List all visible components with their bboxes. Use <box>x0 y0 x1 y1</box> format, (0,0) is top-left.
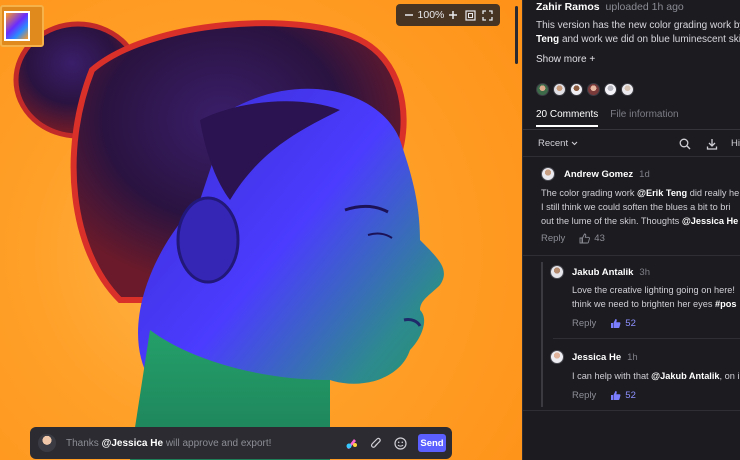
hide-resolved-toggle[interactable]: Hid <box>731 138 740 149</box>
panel-tabs: 20 Comments File information <box>536 109 691 127</box>
avatar[interactable] <box>550 350 564 364</box>
avatar <box>38 434 56 452</box>
comments-toolbar: Recent Hid <box>536 137 740 151</box>
fit-screen-icon[interactable] <box>462 7 478 23</box>
avatar[interactable] <box>621 83 634 96</box>
tab-comments[interactable]: 20 Comments <box>536 109 599 127</box>
like-count: 52 <box>625 390 636 401</box>
comment-body: The color grading work @Erik Teng did re… <box>541 188 740 226</box>
comment-actions: Reply 43 <box>541 233 605 244</box>
zoom-level: 100% <box>417 9 445 21</box>
paperclip-icon[interactable] <box>368 435 384 451</box>
uploader-name[interactable]: Zahir Ramos <box>536 1 600 13</box>
thumbs-up-icon <box>579 233 591 244</box>
reply-button[interactable]: Reply <box>541 233 565 244</box>
comment-actions: Reply 52 <box>572 390 636 401</box>
smiley-icon[interactable] <box>392 435 408 451</box>
sort-dropdown[interactable]: Recent <box>538 138 578 149</box>
like-count: 52 <box>625 318 636 329</box>
chevron-down-icon <box>571 141 578 146</box>
thumbs-up-icon <box>611 391 621 400</box>
comment-composer[interactable]: Thanks @Jessica He will approve and expo… <box>30 427 452 459</box>
avatar[interactable] <box>536 83 549 96</box>
comment-actions: Reply 52 <box>572 318 636 329</box>
comment-author[interactable]: Andrew Gomez 1d <box>564 169 650 180</box>
thread-rail <box>541 262 543 407</box>
upload-header: Zahir Ramos uploaded 1h ago <box>536 1 684 13</box>
upload-meta: uploaded 1h ago <box>605 1 684 13</box>
avatar[interactable] <box>541 167 555 181</box>
image-viewer[interactable]: 100% Thanks @Jessica He will approve and… <box>0 0 522 460</box>
reply-button[interactable]: Reply <box>572 318 596 329</box>
emoji-brush-icon[interactable] <box>344 435 360 451</box>
comment-author[interactable]: Jessica He 1h <box>572 352 638 363</box>
avatar[interactable] <box>604 83 617 96</box>
viewer-scrollbar[interactable] <box>515 6 518 64</box>
tab-file-information[interactable]: File information <box>610 109 678 127</box>
fullscreen-icon[interactable] <box>479 7 495 23</box>
upload-description: This version has the new color grading w… <box>536 20 740 45</box>
toolbar-divider <box>523 156 740 157</box>
viewer-avatars <box>536 83 638 96</box>
avatar[interactable] <box>550 265 564 279</box>
avatar[interactable] <box>570 83 583 96</box>
portrait-image <box>13 20 444 460</box>
like-button[interactable]: 52 <box>610 390 636 401</box>
download-icon[interactable] <box>704 136 720 152</box>
comment-body: Love the creative lighting going on here… <box>572 285 737 309</box>
comment-body: I can help with that @Jakub Antalik, on … <box>572 371 740 381</box>
thumbs-up-icon <box>611 319 621 328</box>
like-button[interactable]: 52 <box>610 318 636 329</box>
like-button[interactable]: 43 <box>579 233 605 244</box>
comments-panel: Zahir Ramos uploaded 1h ago This version… <box>522 0 740 460</box>
avatar[interactable] <box>587 83 600 96</box>
reply-button[interactable]: Reply <box>572 390 596 401</box>
zoom-toolbar: 100% <box>396 4 500 26</box>
composer-input[interactable]: Thanks @Jessica He will approve and expo… <box>66 438 336 449</box>
minimap-thumbnail[interactable] <box>0 5 44 47</box>
comment-divider <box>553 338 740 339</box>
comment-divider <box>523 255 740 256</box>
search-icon[interactable] <box>677 136 693 152</box>
comment-author[interactable]: Jakub Antalik 3h <box>572 267 650 278</box>
tabs-divider <box>523 129 740 130</box>
send-button[interactable]: Send <box>418 434 446 452</box>
avatar[interactable] <box>553 83 566 96</box>
show-more-link[interactable]: Show more + <box>536 54 595 65</box>
like-count: 43 <box>594 233 605 244</box>
comment-divider <box>523 410 740 411</box>
zoom-out-icon[interactable] <box>401 7 417 23</box>
zoom-in-icon[interactable] <box>445 7 461 23</box>
